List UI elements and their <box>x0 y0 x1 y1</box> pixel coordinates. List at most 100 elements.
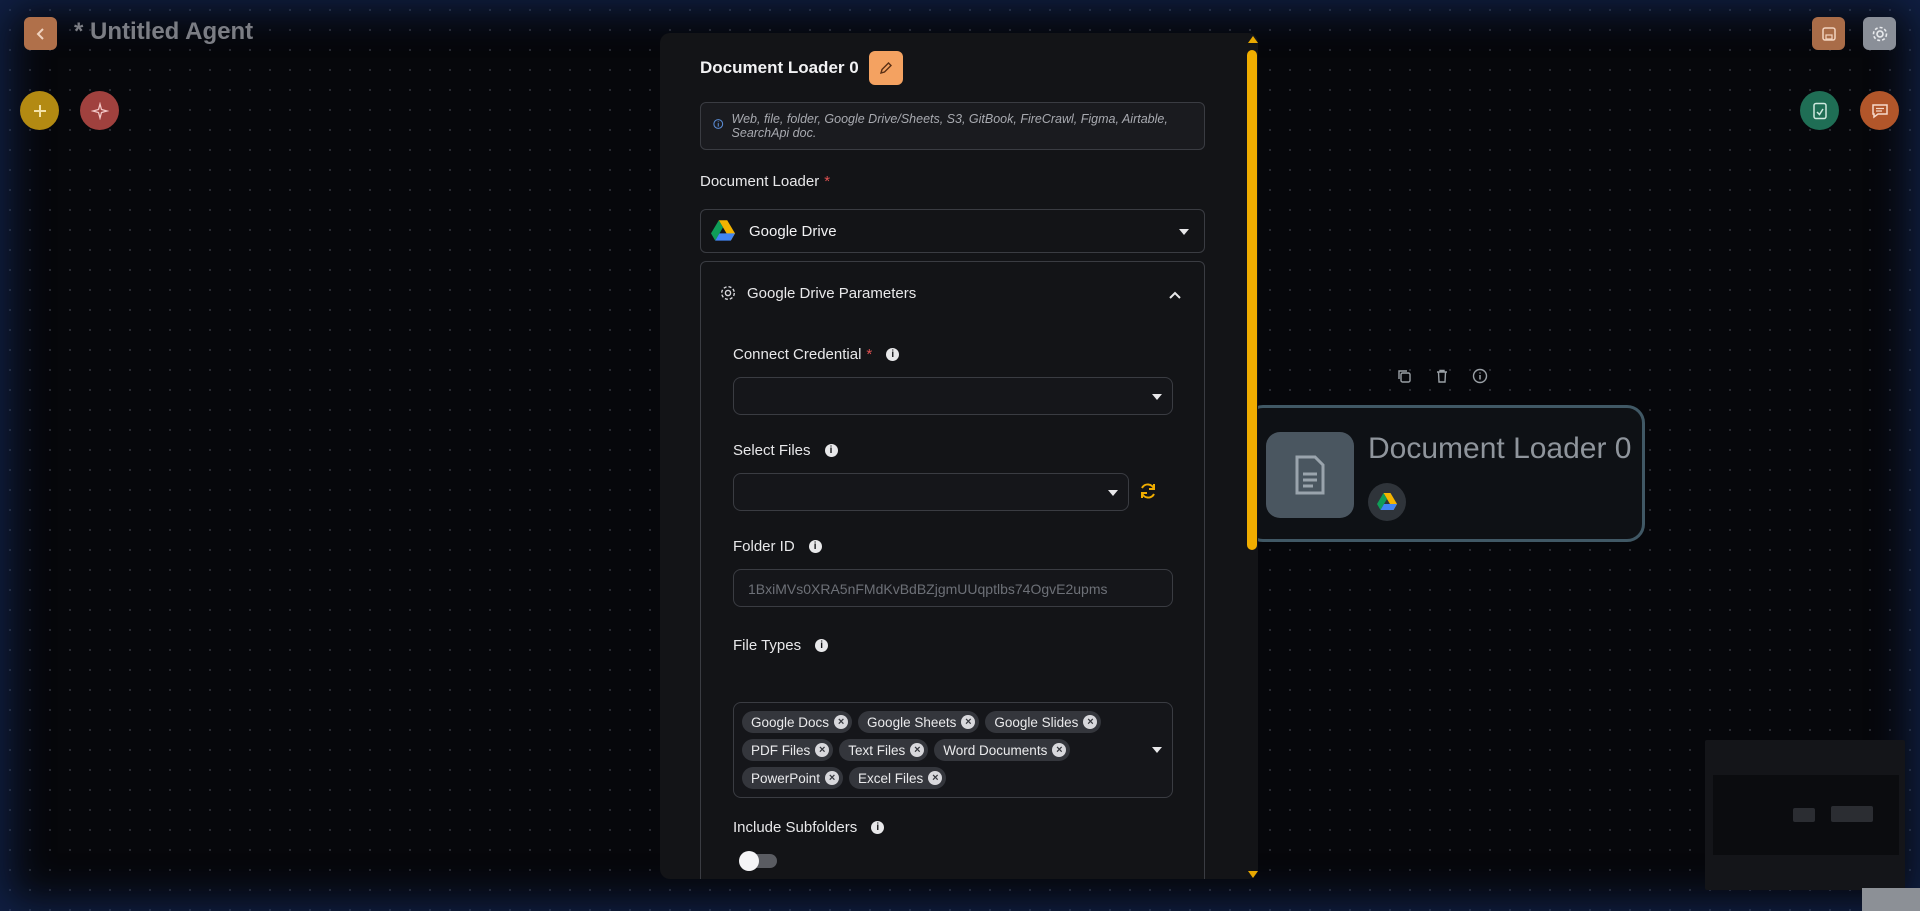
checklist-icon <box>1812 102 1827 119</box>
plus-icon <box>33 104 46 117</box>
trash-icon[interactable] <box>1430 364 1454 388</box>
file-types-label: File Types i <box>733 637 829 654</box>
label-text: Folder ID <box>733 538 795 555</box>
node-title: Document Loader 0 <box>1368 432 1632 465</box>
chip-label: Google Docs <box>751 714 830 730</box>
info-tooltip-icon[interactable]: i <box>808 540 822 553</box>
file-type-chip: PDF Files × <box>742 739 834 761</box>
info-tooltip-icon[interactable]: i <box>886 348 900 361</box>
page-title: * Untitled Agent <box>74 18 254 45</box>
file-type-chip: Google Sheets × <box>858 711 980 733</box>
gear-icon <box>720 285 736 301</box>
file-type-chip: Excel Files × <box>849 767 947 789</box>
required-marker: * <box>866 346 873 363</box>
file-type-chip: PowerPoint × <box>742 767 844 789</box>
chevron-down-icon <box>1179 229 1189 235</box>
document-loader-select[interactable]: Google Drive <box>700 209 1205 253</box>
description-box: Web, file, folder, Google Drive/Sheets, … <box>700 102 1205 150</box>
info-icon[interactable] <box>1468 364 1492 388</box>
remove-chip-icon[interactable]: × <box>961 715 976 729</box>
node-config-panel: Document Loader 0 Web, file, folder, Goo… <box>660 33 1258 879</box>
scroll-down-arrow[interactable] <box>1248 871 1258 878</box>
info-tooltip-icon[interactable]: i <box>871 821 885 834</box>
save-icon <box>1821 26 1836 41</box>
file-type-chip: Text Files × <box>839 739 929 761</box>
parameters-title: Google Drive Parameters <box>747 284 917 302</box>
chip-label: PDF Files <box>751 742 811 758</box>
select-files-label: Select Files i <box>733 442 838 459</box>
remove-chip-icon[interactable]: × <box>815 743 830 757</box>
chip-label: Excel Files <box>858 770 924 786</box>
file-type-chip: Google Docs × <box>742 711 853 733</box>
chevron-down-icon <box>1108 490 1118 496</box>
remove-chip-icon[interactable]: × <box>928 771 943 785</box>
chip-label: Google Slides <box>994 714 1079 730</box>
chat-button[interactable] <box>1860 91 1899 130</box>
document-loader-label: Document Loader * <box>700 173 830 190</box>
refresh-icon[interactable] <box>1138 481 1158 501</box>
chevron-down-icon <box>1152 394 1162 400</box>
chat-icon <box>1871 103 1888 118</box>
label-text: Connect Credential <box>733 346 862 363</box>
back-button[interactable] <box>24 17 57 50</box>
flow-canvas[interactable]: * Untitled Agent Document Loader 0 Docum… <box>0 0 1920 911</box>
file-type-chips: Google Docs × Google Sheets × Google Slides ×… <box>742 711 1132 789</box>
scrollbar-thumb[interactable] <box>1247 50 1257 550</box>
google-drive-icon <box>711 220 735 241</box>
description-text: Web, file, folder, Google Drive/Sheets, … <box>731 112 1168 140</box>
info-icon <box>713 119 724 129</box>
scroll-up-arrow[interactable] <box>1248 36 1258 43</box>
credential-select[interactable] <box>733 377 1173 415</box>
generate-button[interactable] <box>80 91 119 130</box>
remove-chip-icon[interactable]: × <box>910 743 925 757</box>
info-tooltip-icon[interactable]: i <box>815 639 829 652</box>
file-type-chip: Word Documents × <box>934 739 1071 761</box>
edit-name-button[interactable] <box>868 51 903 85</box>
chip-label: Word Documents <box>943 742 1048 758</box>
label-text: Select Files <box>733 442 811 459</box>
copy-icon[interactable] <box>1392 364 1416 388</box>
folder-id-placeholder: 1BxiMVs0XRA5nFMdKvBdBZjgmUUqptlbs74OgvE2… <box>748 581 1108 597</box>
folder-id-input[interactable]: 1BxiMVs0XRA5nFMdKvBdBZjgmUUqptlbs74OgvE2… <box>733 569 1173 607</box>
select-files-select[interactable] <box>733 473 1129 511</box>
toggle-knob <box>739 851 759 871</box>
sparkles-icon <box>90 101 109 120</box>
panel-title: Document Loader 0 <box>700 58 859 77</box>
chevron-up-icon[interactable] <box>1168 290 1182 300</box>
node-icon <box>1266 432 1354 518</box>
minimap[interactable] <box>1705 740 1905 890</box>
gear-icon <box>1872 26 1887 41</box>
include-subfolders-label: Include Subfolders i <box>733 819 885 836</box>
chip-label: Text Files <box>848 742 906 758</box>
node-toolbar <box>1392 364 1492 388</box>
folder-id-label: Folder ID i <box>733 538 822 555</box>
minimap-node <box>1793 808 1815 822</box>
chevron-down-icon <box>1152 747 1162 753</box>
save-button[interactable] <box>1812 17 1845 50</box>
include-subfolders-toggle[interactable] <box>739 851 777 871</box>
panel-scrollbar[interactable] <box>1246 36 1258 878</box>
credential-label: Connect Credential * i <box>733 346 900 363</box>
google-drive-icon <box>1377 493 1397 510</box>
document-loader-node[interactable]: Document Loader 0 <box>1245 405 1645 542</box>
document-icon <box>1295 455 1325 495</box>
parameters-section: Google Drive Parameters Connect Credenti… <box>700 261 1205 879</box>
panel-header: Document Loader 0 <box>700 51 903 85</box>
required-marker: * <box>824 173 831 190</box>
info-tooltip-icon[interactable]: i <box>824 444 838 457</box>
file-type-chip: Google Slides × <box>985 711 1102 733</box>
label-text: Include Subfolders <box>733 819 858 836</box>
remove-chip-icon[interactable]: × <box>1083 715 1098 729</box>
chip-label: Google Sheets <box>867 714 957 730</box>
chip-label: PowerPoint <box>751 770 821 786</box>
remove-chip-icon[interactable]: × <box>834 715 849 729</box>
parameters-header[interactable]: Google Drive Parameters <box>719 284 916 302</box>
remove-chip-icon[interactable]: × <box>1052 743 1067 757</box>
validate-button[interactable] <box>1800 91 1839 130</box>
add-node-button[interactable] <box>20 91 59 130</box>
file-types-multiselect[interactable]: Google Docs × Google Sheets × Google Slides ×… <box>733 702 1173 798</box>
remove-chip-icon[interactable]: × <box>825 771 840 785</box>
chevron-left-icon <box>36 27 44 40</box>
settings-button[interactable] <box>1863 17 1896 50</box>
pencil-icon <box>879 62 892 75</box>
